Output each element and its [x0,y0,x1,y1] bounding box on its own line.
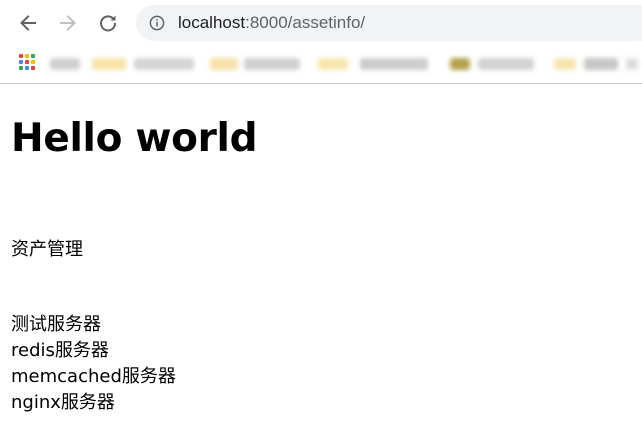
page-title: Hello world [11,116,258,161]
bookmark-item[interactable] [626,58,638,70]
bookmark-item[interactable] [92,58,126,70]
bookmark-item[interactable] [478,58,534,70]
bookmark-item[interactable] [450,58,470,70]
server-item: redis服务器 [11,340,109,361]
bookmark-item[interactable] [134,58,194,70]
server-item: 测试服务器 [11,314,101,335]
address-bar[interactable]: localhost:8000/assetinfo/ [136,5,642,41]
apps-dot [19,60,23,64]
bookmark-item[interactable] [210,58,238,70]
apps-dot [19,54,23,58]
browser-toolbar: localhost:8000/assetinfo/ [0,0,642,46]
arrow-right-icon [60,15,76,31]
server-item: nginx服务器 [11,392,115,413]
info-circle-icon[interactable] [149,15,165,31]
bookmark-item[interactable] [244,58,300,70]
url-text[interactable]: localhost:8000/assetinfo/ [178,13,365,33]
apps-dot [31,60,35,64]
bookmark-item[interactable] [50,58,80,70]
forward-button[interactable] [56,11,80,35]
apps-dot [25,54,29,58]
apps-dot [31,54,35,58]
reload-icon [100,15,117,32]
server-list: 测试服务器 redis服务器 memcached服务器 nginx服务器 [11,312,176,416]
server-item: memcached服务器 [11,366,176,387]
bookmark-item[interactable] [318,58,348,70]
bookmark-item[interactable] [584,58,618,70]
apps-dot [25,66,29,70]
url-host: localhost [178,13,246,32]
apps-dot [25,60,29,64]
apps-grid-icon[interactable] [19,54,36,71]
url-port-path: :8000/assetinfo/ [245,13,366,32]
section-label: 资产管理 [11,239,83,260]
back-button[interactable] [16,11,40,35]
arrow-left-icon [20,15,36,31]
bookmarks-bar [0,46,642,84]
apps-dot [31,66,35,70]
apps-dot [19,66,23,70]
bookmark-item[interactable] [554,58,576,70]
reload-button[interactable] [96,11,120,35]
bookmark-item[interactable] [360,58,428,70]
